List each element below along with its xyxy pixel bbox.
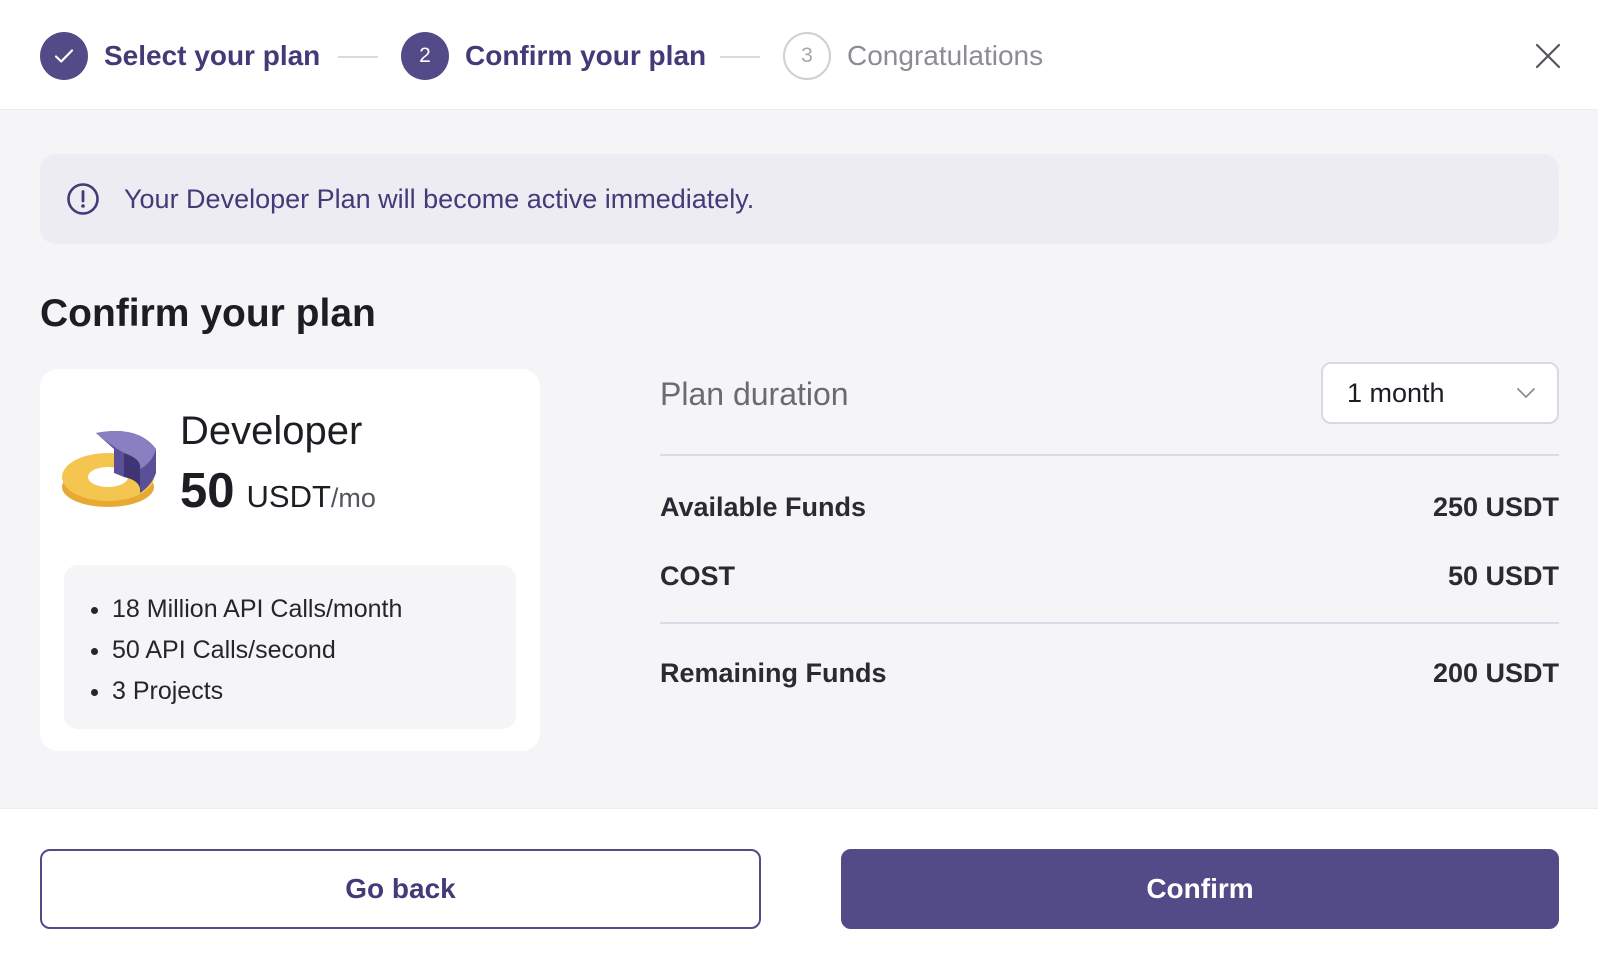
step-1-label: Select your plan — [104, 40, 321, 71]
modal-footer: Go back Confirm — [0, 808, 1598, 954]
info-icon — [67, 183, 99, 215]
stepper-header: Select your plan 2 Confirm your plan 3 C… — [0, 0, 1598, 110]
feature-item: 50 API Calls/second — [112, 630, 516, 671]
step-3-label: Congratulations — [847, 40, 1044, 71]
modal-body: Your Developer Plan will become active i… — [0, 110, 1598, 808]
step-select-plan: Select your plan — [40, 32, 320, 80]
step-connector — [338, 56, 378, 58]
activation-notice: Your Developer Plan will become active i… — [40, 154, 1559, 244]
step-3-circle: 3 — [783, 32, 831, 80]
plan-details: Plan duration 1 month Available Funds 25… — [660, 362, 1559, 704]
step-2-label: Confirm your plan — [465, 40, 707, 71]
step-2-number: 2 — [419, 44, 431, 67]
feature-item: 18 Million API Calls/month — [112, 589, 516, 630]
plan-price: 50 USDT /mo — [180, 463, 376, 519]
plan-features-list: 18 Million API Calls/month 50 API Calls/… — [64, 565, 516, 729]
step-connector — [720, 56, 760, 58]
page-title: Confirm your plan — [40, 292, 376, 335]
go-back-button[interactable]: Go back — [40, 849, 761, 929]
plan-card: Developer 50 USDT /mo 18 Million API Cal… — [40, 369, 540, 751]
available-funds-value: 250 USDT — [1432, 492, 1559, 522]
step-2-circle: 2 — [401, 32, 449, 80]
notice-text: Your Developer Plan will become active i… — [124, 183, 755, 214]
confirm-button[interactable]: Confirm — [841, 849, 1559, 929]
price-period: /mo — [330, 483, 376, 513]
price-amount: 50 — [180, 464, 235, 518]
available-funds-label: Available Funds — [660, 492, 867, 522]
plan-name: Developer — [180, 409, 363, 453]
step-1-circle — [40, 32, 88, 80]
cost-value: 50 USDT — [1447, 561, 1559, 591]
upgrade-plan-modal: Select your plan 2 Confirm your plan 3 C… — [0, 0, 1598, 954]
plan-logo-icon — [62, 431, 156, 507]
step-confirm-plan: 2 Confirm your plan — [401, 32, 706, 80]
price-currency: USDT — [246, 479, 331, 514]
cost-label: COST — [660, 561, 736, 591]
step-congratulations: 3 Congratulations — [783, 32, 1043, 80]
duration-select[interactable]: 1 month — [1321, 362, 1559, 424]
checkmark-icon — [54, 49, 74, 63]
remaining-funds-value: 200 USDT — [1432, 658, 1559, 688]
close-button[interactable] — [1528, 36, 1568, 76]
funds-summary: Available Funds 250 USDT COST 50 USDT — [660, 456, 1559, 624]
duration-label: Plan duration — [660, 376, 849, 412]
feature-item: 3 Projects — [112, 671, 516, 712]
step-3-number: 3 — [801, 44, 813, 67]
remaining-funds-label: Remaining Funds — [660, 658, 887, 688]
duration-row: Plan duration 1 month — [660, 362, 1559, 456]
duration-value: 1 month — [1347, 377, 1445, 408]
close-icon[interactable] — [1535, 43, 1561, 69]
chevron-down-icon — [1517, 388, 1535, 398]
remaining-funds-row: Remaining Funds 200 USDT — [660, 624, 1559, 704]
